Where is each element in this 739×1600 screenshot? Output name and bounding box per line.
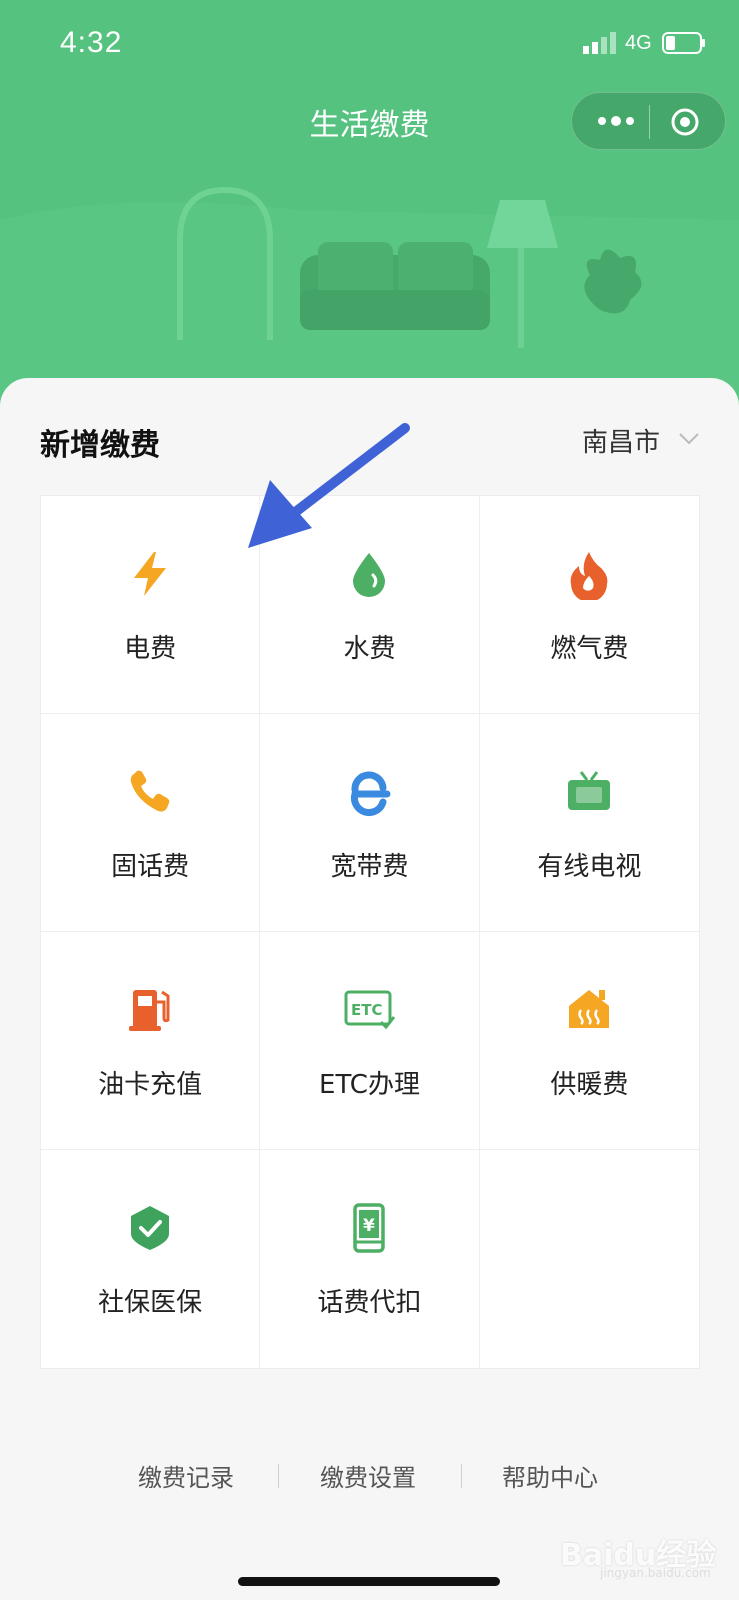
phone-icon [130, 770, 170, 812]
miniprogram-capsule [571, 92, 726, 150]
empty-cell [480, 1150, 699, 1368]
service-label: 社保医保 [98, 1288, 203, 1318]
browser-e-icon [351, 771, 391, 817]
service-electricity[interactable]: 电费 [41, 496, 261, 714]
service-label: 油卡充值 [98, 1070, 203, 1100]
footer-link-help[interactable]: 帮助中心 [502, 1458, 598, 1493]
city-selector[interactable]: 南昌市 [582, 422, 660, 459]
service-landline[interactable]: 固话费 [41, 714, 261, 932]
service-cable-tv[interactable]: 有线电视 [479, 714, 699, 932]
footer-link-records[interactable]: 缴费记录 [138, 1458, 234, 1493]
service-heating[interactable]: 供暖费 [479, 932, 699, 1150]
lightning-icon [134, 552, 167, 596]
service-etc[interactable]: ETC ETC办理 [260, 932, 480, 1150]
more-icon[interactable] [596, 110, 636, 132]
service-label: 有线电视 [537, 852, 642, 882]
capsule-divider [649, 105, 650, 139]
service-label: 固话费 [111, 852, 190, 882]
service-label: 供暖费 [550, 1070, 629, 1100]
status-time: 4:32 [60, 26, 123, 59]
annotation-arrow-icon [248, 423, 410, 548]
heating-house-icon [569, 990, 610, 1028]
header-banner: 4:32 4G 生活缴费 [0, 0, 739, 420]
service-label: 宽带费 [330, 852, 409, 882]
home-indicator[interactable] [238, 1577, 500, 1586]
baidu-watermark-url: jingyan.baidu.com [600, 1566, 711, 1580]
water-drop-icon [353, 553, 386, 597]
svg-text:ETC: ETC [351, 1001, 383, 1019]
service-gas[interactable]: 燃气费 [479, 496, 699, 714]
shield-check-icon [131, 1206, 170, 1250]
svg-text:¥: ¥ [363, 1216, 375, 1236]
service-fuel-card[interactable]: 油卡充值 [41, 932, 261, 1150]
signal-icon [583, 32, 616, 54]
service-social-insurance[interactable]: 社保医保 [41, 1150, 261, 1368]
footer-link-settings[interactable]: 缴费设置 [320, 1458, 416, 1493]
footer-divider [278, 1464, 279, 1488]
section-title: 新增缴费 [40, 428, 160, 463]
mobile-yuan-icon: ¥ [353, 1203, 386, 1253]
service-label: 燃气费 [550, 634, 629, 664]
footer-links: 缴费记录 缴费设置 帮助中心 [0, 1458, 739, 1498]
close-miniprogram-icon[interactable] [670, 107, 700, 137]
service-broadband[interactable]: 宽带费 [260, 714, 480, 932]
network-type: 4G [625, 32, 652, 54]
service-label: 水费 [343, 634, 396, 664]
etc-card-icon: ETC [344, 990, 396, 1030]
chevron-down-icon[interactable] [678, 432, 700, 446]
service-label: ETC办理 [319, 1070, 420, 1100]
battery-icon [662, 32, 705, 54]
service-phone-bill-autopay[interactable]: ¥ 话费代扣 [260, 1150, 480, 1368]
tv-icon [568, 771, 611, 810]
service-label: 电费 [124, 634, 177, 664]
fuel-pump-icon [129, 990, 170, 1031]
footer-divider [461, 1464, 462, 1488]
service-label: 话费代扣 [317, 1288, 422, 1318]
flame-icon [571, 552, 608, 600]
service-grid: 电费 水费 燃气费 固话费 宽带费 有线电视 油卡充值 ETC ETC办理 供暖… [40, 495, 700, 1369]
